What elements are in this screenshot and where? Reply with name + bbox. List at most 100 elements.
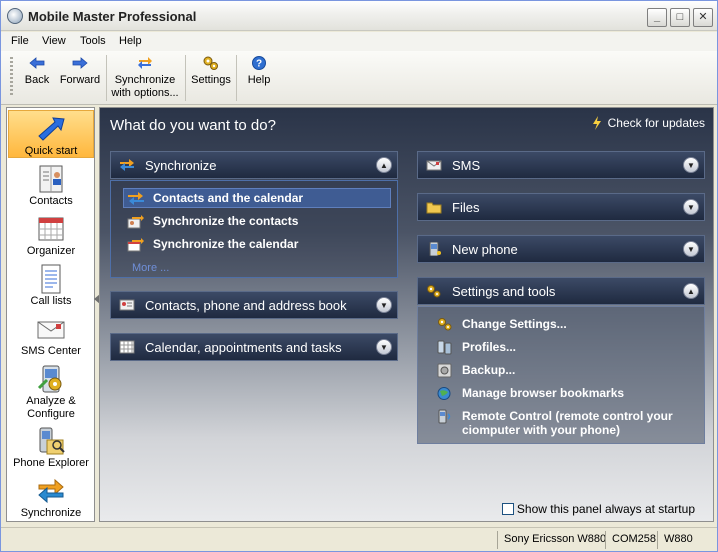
menu-tools[interactable]: Tools (80, 35, 106, 47)
files-panel-header[interactable]: Files ▼ (417, 193, 705, 221)
check-for-updates-label: Check for updates (607, 116, 705, 130)
sidebar-item-label: SMS Center (21, 345, 81, 357)
new-phone-panel-title: New phone (452, 242, 518, 257)
link-label: Backup... (462, 363, 516, 377)
forward-arrow-icon (72, 57, 88, 69)
calendar-panel-title: Calendar, appointments and tasks (145, 340, 342, 355)
sidebar-item-label: Organizer (26, 245, 76, 257)
sidebar-item-organizer[interactable]: Organizer (8, 214, 94, 257)
sync-label-line1: Synchronize (114, 74, 176, 86)
sync-calendar-icon (127, 238, 144, 252)
expand-down-icon[interactable]: ▼ (376, 297, 392, 313)
expand-down-icon[interactable]: ▼ (683, 157, 699, 173)
synchronize-panel-title: Synchronize (145, 158, 217, 173)
sidebar-item-quick-start[interactable]: Quick start (8, 110, 94, 158)
forward-button[interactable]: Forward (57, 53, 103, 86)
link-label: Contacts and the calendar (153, 191, 304, 205)
sidebar-item-label: Analyze & (26, 395, 76, 407)
show-at-startup-label: Show this panel always at startup (516, 502, 695, 516)
forward-label: Forward (59, 74, 101, 86)
phone-explorer-icon (39, 427, 65, 455)
settings-tools-panel-header[interactable]: Settings and tools ▲ (417, 277, 705, 305)
menu-file[interactable]: File (11, 35, 29, 47)
sidebar-item-call-lists[interactable]: Call lists (8, 264, 94, 307)
toolbar-separator (185, 55, 186, 101)
minimize-button[interactable]: _ (647, 8, 667, 27)
sidebar-item-label: Configure (27, 408, 75, 420)
contacts-phone-panel-title: Contacts, phone and address book (145, 298, 347, 313)
sidebar-item-label: Phone Explorer (13, 457, 89, 469)
sync-contacts-link[interactable]: Synchronize the contacts (127, 214, 298, 234)
status-divider (497, 531, 498, 549)
link-label: Synchronize the calendar (153, 237, 299, 251)
collapse-up-icon[interactable]: ▲ (683, 283, 699, 299)
sidebar-item-analyze-configure[interactable]: Analyze & Configure (8, 364, 94, 421)
sync-label-line2: with options... (111, 87, 179, 99)
sidebar-item-label: Call lists (30, 295, 72, 307)
show-at-startup-checkbox[interactable]: Show this panel always at startup (501, 502, 695, 516)
calendar-panel-header[interactable]: Calendar, appointments and tasks ▼ (110, 333, 398, 361)
sidebar-item-label: Contacts (29, 195, 73, 207)
help-question-icon: ? (252, 56, 266, 70)
sms-panel-header[interactable]: SMS ▼ (417, 151, 705, 179)
gears-icon (203, 56, 218, 70)
help-button[interactable]: ? Help (244, 53, 274, 86)
check-for-updates-link[interactable]: Check for updates (592, 116, 705, 130)
expand-down-icon[interactable]: ▼ (376, 339, 392, 355)
more-link[interactable]: More ... (132, 262, 169, 274)
sidebar: Quick start Contacts Organizer Call list… (6, 107, 95, 522)
synchronize-panel-body: Contacts and the calendar Synchronize th… (110, 180, 398, 278)
close-button[interactable]: ✕ (693, 8, 713, 27)
organizer-icon (38, 217, 64, 241)
call-lists-icon (41, 264, 61, 294)
toolbar-grip[interactable] (10, 57, 13, 97)
sync-contacts-calendar-link[interactable]: Contacts and the calendar (123, 188, 391, 208)
settings-label: Settings (191, 74, 231, 86)
sidebar-item-contacts[interactable]: Contacts (8, 164, 94, 207)
status-port: COM258 (612, 533, 657, 545)
collapse-up-icon[interactable]: ▲ (376, 157, 392, 173)
menu-bar: File View Tools Help (1, 32, 717, 51)
menu-view[interactable]: View (42, 35, 66, 47)
sidebar-item-label: Synchronize (20, 507, 82, 519)
new-phone-panel-header[interactable]: New phone ▼ (417, 235, 705, 263)
gears-icon (438, 318, 452, 331)
contacts-phone-panel-header[interactable]: Contacts, phone and address book ▼ (110, 291, 398, 319)
sidebar-item-synchronize[interactable]: Synchronize (8, 476, 94, 519)
synchronize-panel-header[interactable]: Synchronize ▲ (110, 151, 398, 179)
link-label: Profiles... (462, 340, 517, 354)
checkbox-box[interactable] (501, 503, 514, 515)
window-title: Mobile Master Professional (28, 9, 197, 24)
synchronize-with-options-button[interactable]: Synchronize with options... (109, 53, 181, 100)
settings-button[interactable]: Settings (190, 53, 232, 86)
profiles-link[interactable]: Profiles... (436, 340, 516, 360)
sidebar-item-phone-explorer[interactable]: Phone Explorer (8, 426, 94, 469)
backup-link[interactable]: Backup... (436, 363, 515, 383)
backup-icon (437, 363, 452, 378)
files-panel-title: Files (452, 200, 480, 215)
main-title: What do you want to do? (110, 117, 276, 134)
contacts-icon (39, 165, 63, 193)
analyze-configure-icon (37, 365, 62, 393)
synchronize-icon (38, 478, 64, 504)
sms-panel-title: SMS (452, 158, 481, 173)
link-label: Change Settings... (462, 317, 567, 331)
svg-text:?: ? (256, 59, 262, 70)
back-button[interactable]: Back (22, 53, 52, 86)
change-settings-link[interactable]: Change Settings... (436, 317, 567, 337)
menu-help[interactable]: Help (119, 35, 142, 47)
maximize-button[interactable]: □ (670, 8, 690, 27)
app-icon (7, 8, 23, 24)
toolbar-separator (236, 55, 237, 101)
expand-down-icon[interactable]: ▼ (683, 241, 699, 257)
title-bar[interactable]: Mobile Master Professional _ □ ✕ (1, 1, 717, 31)
remote-control-link[interactable]: Remote Control (remote control your ciom… (436, 409, 673, 437)
lightning-icon (592, 116, 601, 130)
manage-bookmarks-link[interactable]: Manage browser bookmarks (436, 386, 624, 406)
globe-icon (437, 387, 451, 400)
sidebar-item-sms-center[interactable]: SMS Center (8, 314, 94, 357)
sync-arrows-icon (128, 192, 144, 205)
quick-start-icon (38, 117, 65, 141)
sync-calendar-link[interactable]: Synchronize the calendar (127, 237, 298, 257)
expand-down-icon[interactable]: ▼ (683, 199, 699, 215)
